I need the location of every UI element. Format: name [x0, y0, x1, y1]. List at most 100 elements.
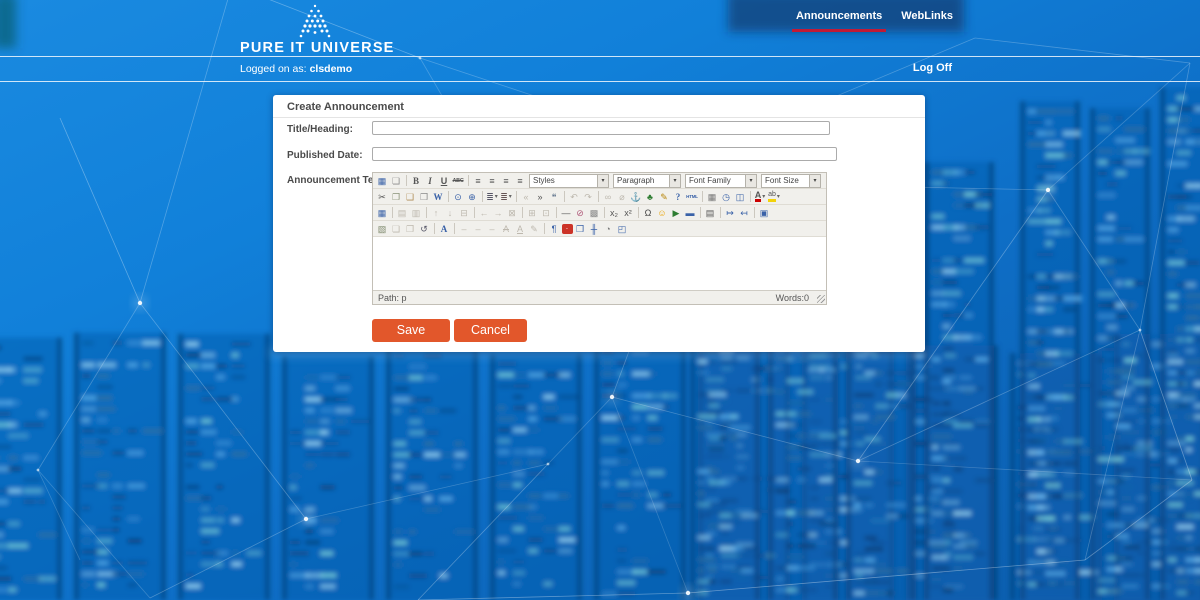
- save-button[interactable]: Save: [372, 319, 450, 342]
- published-date-input[interactable]: [372, 147, 837, 161]
- nav-item-weblinks[interactable]: WebLinks: [899, 8, 955, 38]
- strikethrough-icon[interactable]: ABC: [452, 174, 465, 187]
- deletion-icon[interactable]: A: [500, 222, 513, 235]
- editor-content-area[interactable]: [373, 237, 826, 290]
- insertion-icon[interactable]: A: [514, 222, 527, 235]
- toolbar-separator: [564, 191, 565, 202]
- toolbar-separator: [522, 207, 523, 218]
- paste-from-word-icon[interactable]: W: [432, 190, 445, 203]
- acronym-icon[interactable]: –: [486, 222, 499, 235]
- document-preview-icon[interactable]: ◰: [616, 222, 629, 235]
- delete-column-icon[interactable]: ⊠: [506, 206, 519, 219]
- table-icon[interactable]: ▦: [376, 206, 389, 219]
- abbreviation-icon[interactable]: –: [472, 222, 485, 235]
- special-character-icon[interactable]: Ω: [642, 206, 655, 219]
- bullet-list-icon[interactable]: ≣▾: [486, 190, 499, 203]
- paste-icon[interactable]: ❑: [404, 190, 417, 203]
- find-icon[interactable]: ⊙: [452, 190, 465, 203]
- help-icon[interactable]: ?: [672, 190, 685, 203]
- insert-column-after-icon[interactable]: →: [492, 206, 505, 219]
- nonbreaking-space-icon[interactable]: ·: [562, 224, 573, 234]
- font-family-select[interactable]: Font Family▾: [685, 174, 757, 188]
- styles-select[interactable]: Styles▾: [529, 174, 609, 188]
- remove-formatting-icon[interactable]: ⊘: [574, 206, 587, 219]
- chevron-down-icon: ▾: [597, 175, 608, 187]
- align-justify-icon[interactable]: ≡: [514, 174, 527, 187]
- rich-text-editor: ▦❏BIUABC≡≡≡≡Styles▾Paragraph▾Font Family…: [372, 172, 827, 305]
- underline-icon[interactable]: U: [438, 174, 451, 187]
- outdent-icon[interactable]: «: [520, 190, 533, 203]
- media-icon[interactable]: ▶: [670, 206, 683, 219]
- html-icon[interactable]: HTML: [686, 190, 699, 203]
- chevron-down-icon: ▾: [762, 193, 765, 200]
- print-icon[interactable]: ▤: [704, 206, 717, 219]
- superscript-icon[interactable]: x²: [622, 206, 635, 219]
- insert-row-before-icon[interactable]: ↑: [430, 206, 443, 219]
- page: PURE IT UNIVERSE AnnouncementsWebLinks L…: [0, 0, 1200, 600]
- subscript-icon[interactable]: x₂: [608, 206, 621, 219]
- blockquote-icon[interactable]: ❝: [548, 190, 561, 203]
- align-right-icon[interactable]: ≡: [500, 174, 513, 187]
- cut-icon[interactable]: ✂: [376, 190, 389, 203]
- indent-icon[interactable]: »: [534, 190, 547, 203]
- visual-characters-icon[interactable]: ¶: [548, 222, 561, 235]
- table-cell-properties-icon[interactable]: ▥: [410, 206, 423, 219]
- toolbar-separator: [604, 207, 605, 218]
- restore-draft-icon[interactable]: ◔: [602, 222, 615, 235]
- new-document-icon[interactable]: ❏: [390, 174, 403, 187]
- template-icon[interactable]: ❒: [574, 222, 587, 235]
- absolute-position-icon[interactable]: ↺: [418, 222, 431, 235]
- page-break-icon[interactable]: ╫: [588, 222, 601, 235]
- link-icon[interactable]: ∞: [602, 190, 615, 203]
- right-to-left-icon[interactable]: ↤: [738, 206, 751, 219]
- cancel-button[interactable]: Cancel: [454, 319, 527, 342]
- split-cells-icon[interactable]: ⊞: [526, 206, 539, 219]
- find-replace-icon[interactable]: ⊕: [466, 190, 479, 203]
- numbered-list-icon[interactable]: ≣▾: [500, 190, 513, 203]
- insert-time-icon[interactable]: ◷: [720, 190, 733, 203]
- paste-as-text-icon[interactable]: ❒: [418, 190, 431, 203]
- preview-icon[interactable]: ◫: [734, 190, 747, 203]
- attributes-icon[interactable]: ✎: [528, 222, 541, 235]
- citation-icon[interactable]: –: [458, 222, 471, 235]
- delete-row-icon[interactable]: ⊟: [458, 206, 471, 219]
- title-heading-input[interactable]: [372, 121, 830, 135]
- insert-column-before-icon[interactable]: ←: [478, 206, 491, 219]
- text-color-icon[interactable]: A▾: [754, 190, 767, 203]
- log-off-link[interactable]: Log Off: [913, 62, 952, 74]
- italic-icon[interactable]: I: [424, 174, 437, 187]
- horizontal-rule-icon[interactable]: —: [560, 206, 573, 219]
- table-row-properties-icon[interactable]: ▤: [396, 206, 409, 219]
- move-backward-icon[interactable]: ❐: [404, 222, 417, 235]
- redo-icon[interactable]: ↷: [582, 190, 595, 203]
- align-center-icon[interactable]: ≡: [486, 174, 499, 187]
- paragraph-select[interactable]: Paragraph▾: [613, 174, 681, 188]
- undo-icon[interactable]: ↶: [568, 190, 581, 203]
- background-color-icon[interactable]: ab▾: [768, 190, 781, 203]
- style-properties-icon[interactable]: A: [438, 222, 451, 235]
- bold-icon[interactable]: B: [410, 174, 423, 187]
- fullscreen-icon[interactable]: ▣: [758, 206, 771, 219]
- insert-row-after-icon[interactable]: ↓: [444, 206, 457, 219]
- create-announcement-panel: Create Announcement Title/Heading: Publi…: [273, 95, 925, 352]
- font-size-select[interactable]: Font Size▾: [761, 174, 821, 188]
- visual-aid-icon[interactable]: ▩: [588, 206, 601, 219]
- insert-date-icon[interactable]: ▦: [706, 190, 719, 203]
- move-forward-icon[interactable]: ❏: [390, 222, 403, 235]
- merge-cells-icon[interactable]: ⊡: [540, 206, 553, 219]
- unlink-icon[interactable]: ⌀: [616, 190, 629, 203]
- copy-icon[interactable]: ❐: [390, 190, 403, 203]
- nav-item-announcements[interactable]: Announcements: [794, 8, 884, 38]
- align-left-icon[interactable]: ≡: [472, 174, 485, 187]
- insert-layer-icon[interactable]: ▧: [376, 222, 389, 235]
- advanced-hr-icon[interactable]: ▬: [684, 206, 697, 219]
- toolbar-row-2: ✂❐❑❒W ⊙⊕ ≣▾≣▾ «»❝ ↶↷ ∞⌀⚓♣✎?HTML ▦◷◫ A▾ab▾: [373, 189, 826, 205]
- left-to-right-icon[interactable]: ↦: [724, 206, 737, 219]
- save-icon[interactable]: ▦: [376, 174, 389, 187]
- anchor-icon[interactable]: ⚓: [630, 190, 643, 203]
- font-family-select-label: Font Family: [686, 176, 731, 185]
- image-icon[interactable]: ♣: [644, 190, 657, 203]
- emoticons-icon[interactable]: ☺: [656, 206, 669, 219]
- cleanup-icon[interactable]: ✎: [658, 190, 671, 203]
- resize-handle[interactable]: [817, 295, 825, 303]
